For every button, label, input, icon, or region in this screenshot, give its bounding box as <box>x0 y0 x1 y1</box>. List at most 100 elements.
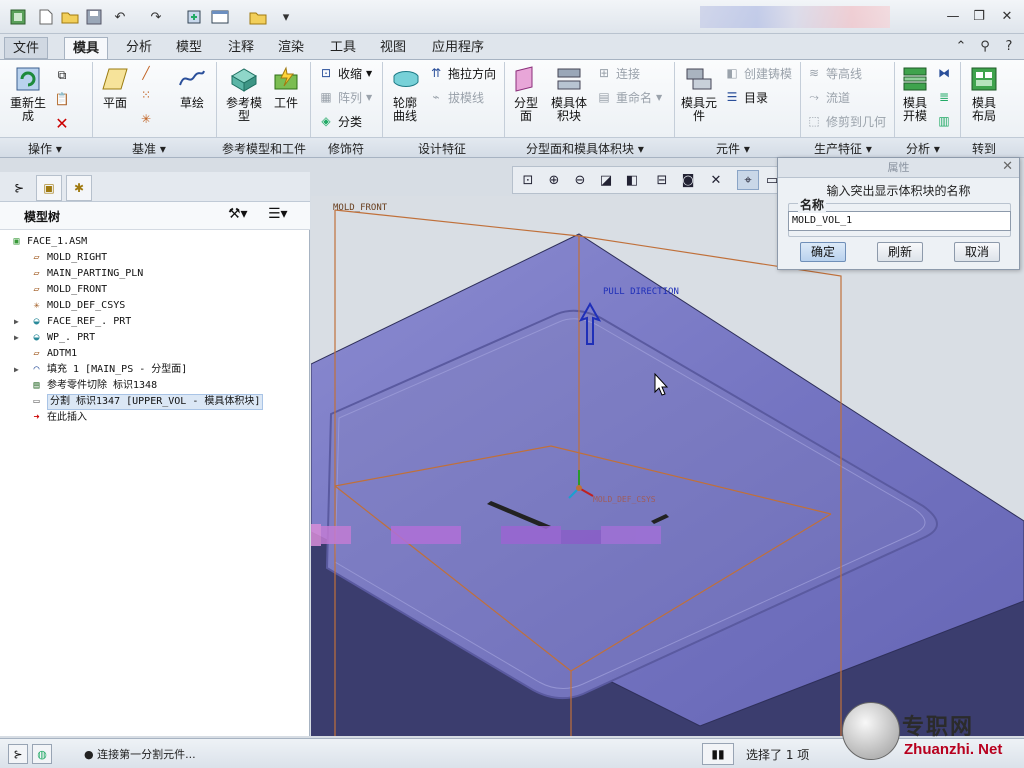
group-components[interactable]: 元件 ▾ <box>716 140 750 157</box>
tree-item[interactable]: ▶ ◒ WP_. PRT <box>0 330 300 346</box>
trim-geom-button[interactable]: ⬚ 修剪到几何 <box>806 112 886 130</box>
sketch-button[interactable]: 草绘 <box>172 64 212 110</box>
help-icon[interactable]: ? <box>998 36 1020 56</box>
zoom-out-icon[interactable]: ⊖ <box>569 170 591 190</box>
folder-browser-tab[interactable]: ▣ <box>36 175 62 201</box>
datum-display-icon[interactable]: ✕ <box>705 170 727 190</box>
tree-item[interactable]: ▶ ◠ 填充 1 [MAIN_PS - 分型面] <box>0 362 300 378</box>
window-icon[interactable] <box>210 7 230 27</box>
tree-item[interactable]: ✳ MOLD_DEF_CSYS <box>0 298 300 314</box>
analysis-tool-2-button[interactable]: ≣ <box>936 88 956 106</box>
paste-button[interactable]: 📋 <box>54 90 74 108</box>
zoom-in-icon[interactable]: ⊕ <box>543 170 565 190</box>
tree-item[interactable]: ▱ MOLD_RIGHT <box>0 250 300 266</box>
open-folder-icon[interactable] <box>60 7 80 27</box>
favorites-tab[interactable]: ✱ <box>66 175 92 201</box>
regenerate-icon[interactable] <box>184 7 204 27</box>
mold-layout-button[interactable]: 模具 布局 <box>964 64 1004 123</box>
csys-button[interactable]: ✳ <box>138 110 158 128</box>
tree-columns-icon[interactable]: ☰▾ <box>268 206 288 222</box>
view-manager-icon[interactable]: ◙ <box>677 170 699 190</box>
tree-settings-icon[interactable]: ⚒▾ <box>228 206 248 222</box>
tab-applications[interactable]: 应用程序 <box>424 37 492 59</box>
close-window-icon[interactable] <box>248 7 268 27</box>
tab-file[interactable]: 文件 <box>4 37 49 59</box>
ok-button[interactable]: 确定 <box>800 242 846 262</box>
tab-annotate[interactable]: 注释 <box>220 37 262 59</box>
analysis-tool-3-button[interactable]: ▥ <box>936 112 956 130</box>
connect-button[interactable]: ⊞ 连接 <box>596 64 640 82</box>
dialog-close-icon[interactable]: ✕ <box>1002 159 1013 174</box>
directory-button[interactable]: ☰ 目录 <box>724 88 768 106</box>
tree-item[interactable]: ▤ 参考零件切除 标识1348 <box>0 378 300 394</box>
pattern-button[interactable]: ▦ 阵列 ▼ <box>318 88 372 106</box>
undo-icon[interactable]: ↶ <box>110 7 130 27</box>
3d-viewport[interactable]: MOLD_FRONT PULL DIRECTION MOLD_DEF_CSYS <box>311 196 1024 736</box>
runner-button[interactable]: ⤳ 流道 <box>806 88 850 106</box>
save-icon[interactable] <box>84 7 104 27</box>
cancel-button[interactable]: 取消 <box>954 242 1000 262</box>
close-button[interactable]: ✕ <box>996 6 1018 26</box>
shrink-button[interactable]: ⊡ 收缩 ▼ <box>318 64 372 82</box>
group-operations[interactable]: 操作 ▾ <box>28 140 62 157</box>
new-file-icon[interactable] <box>36 7 56 27</box>
customize-icon[interactable]: ▾ <box>276 7 296 27</box>
group-datum[interactable]: 基准 ▾ <box>132 140 166 157</box>
parting-surface-button[interactable]: 分型 面 <box>508 64 544 123</box>
collapse-ribbon-icon[interactable]: ⌃ <box>950 36 972 56</box>
tree-item[interactable]: ▱ MOLD_FRONT <box>0 282 300 298</box>
name-input[interactable]: MOLD_VOL_1 <box>788 211 1011 231</box>
selection-filter-icon[interactable]: ▮▮ <box>702 743 734 765</box>
expand-toggle-icon[interactable]: ▶ <box>14 314 24 330</box>
profile-curve-button[interactable]: 轮廓 曲线 <box>386 64 424 123</box>
tab-analysis[interactable]: 分析 <box>118 37 160 59</box>
restore-button[interactable]: ❐ <box>968 6 990 26</box>
group-analysis[interactable]: 分析 ▾ <box>906 140 940 157</box>
plane-button[interactable]: 平面 <box>98 64 132 110</box>
classify-button[interactable]: ◈ 分类 <box>318 112 362 130</box>
rename-button[interactable]: ▤ 重命名 ▼ <box>596 88 662 106</box>
draft-line-button[interactable]: ⌁ 拔模线 <box>428 88 484 106</box>
tab-mold[interactable]: 模具 <box>64 37 109 59</box>
group-parting[interactable]: 分型面和模具体积块 ▾ <box>526 140 644 157</box>
redo-icon[interactable]: ↷ <box>146 7 166 27</box>
tab-tools[interactable]: 工具 <box>322 37 364 59</box>
model-tree-tab[interactable]: ⊱ <box>6 175 32 201</box>
create-casting-button[interactable]: ◧ 创建铸模 <box>724 64 792 82</box>
copy-button[interactable]: ⧉ <box>54 66 74 84</box>
workpiece-button[interactable]: 工件 <box>268 64 304 110</box>
tab-model[interactable]: 模型 <box>168 37 210 59</box>
drag-direction-button[interactable]: ⇈ 拖拉方向 <box>428 64 496 82</box>
search-icon[interactable]: ⚲ <box>974 36 996 56</box>
app-logo-icon[interactable] <box>8 7 28 27</box>
analysis-tool-1-button[interactable]: ⧓ <box>936 64 956 82</box>
mold-open-button[interactable]: 模具 开模 <box>896 64 934 123</box>
point-button[interactable]: ⁙ <box>138 86 158 104</box>
repaint-icon[interactable]: ◪ <box>595 170 617 190</box>
tab-render[interactable]: 渲染 <box>270 37 312 59</box>
expand-toggle-icon[interactable]: ▶ <box>14 330 24 346</box>
refit-icon[interactable]: ⊡ <box>517 170 539 190</box>
display-style-icon[interactable]: ◧ <box>621 170 643 190</box>
contour-button[interactable]: ≋ 等高线 <box>806 64 862 82</box>
group-production[interactable]: 生产特征 ▾ <box>814 140 872 157</box>
mold-volume-button[interactable]: 模具体 积块 <box>546 64 592 123</box>
browser-toggle-icon[interactable]: ◍ <box>32 744 52 764</box>
tree-item[interactable]: ▱ MAIN_PARTING_PLN <box>0 266 300 282</box>
tree-item[interactable]: ▣ FACE_1.ASM <box>0 234 300 250</box>
minimize-button[interactable]: — <box>942 6 964 26</box>
mold-component-button[interactable]: 模具元 件 <box>678 64 720 123</box>
tree-item[interactable]: ▭ 分割 标识1347 [UPPER_VOL - 模具体积块] <box>0 394 300 410</box>
tab-view[interactable]: 视图 <box>372 37 414 59</box>
annotation-display-icon[interactable]: ⌖ <box>737 170 759 190</box>
tree-item[interactable]: ▱ ADTM1 <box>0 346 300 362</box>
tree-item[interactable]: ➜ 在此插入 <box>0 410 300 426</box>
saved-views-icon[interactable]: ⊟ <box>651 170 673 190</box>
expand-toggle-icon[interactable]: ▶ <box>14 362 24 378</box>
navigator-toggle-icon[interactable]: ⊱ <box>8 744 28 764</box>
ref-model-button[interactable]: 参考模 型 <box>222 64 266 123</box>
refresh-button[interactable]: 刷新 <box>877 242 923 262</box>
axis-button[interactable]: ╱ <box>138 64 158 82</box>
tree-item[interactable]: ▶ ◒ FACE_REF_. PRT <box>0 314 300 330</box>
regenerate-button[interactable]: 重新生 成 <box>8 64 48 123</box>
